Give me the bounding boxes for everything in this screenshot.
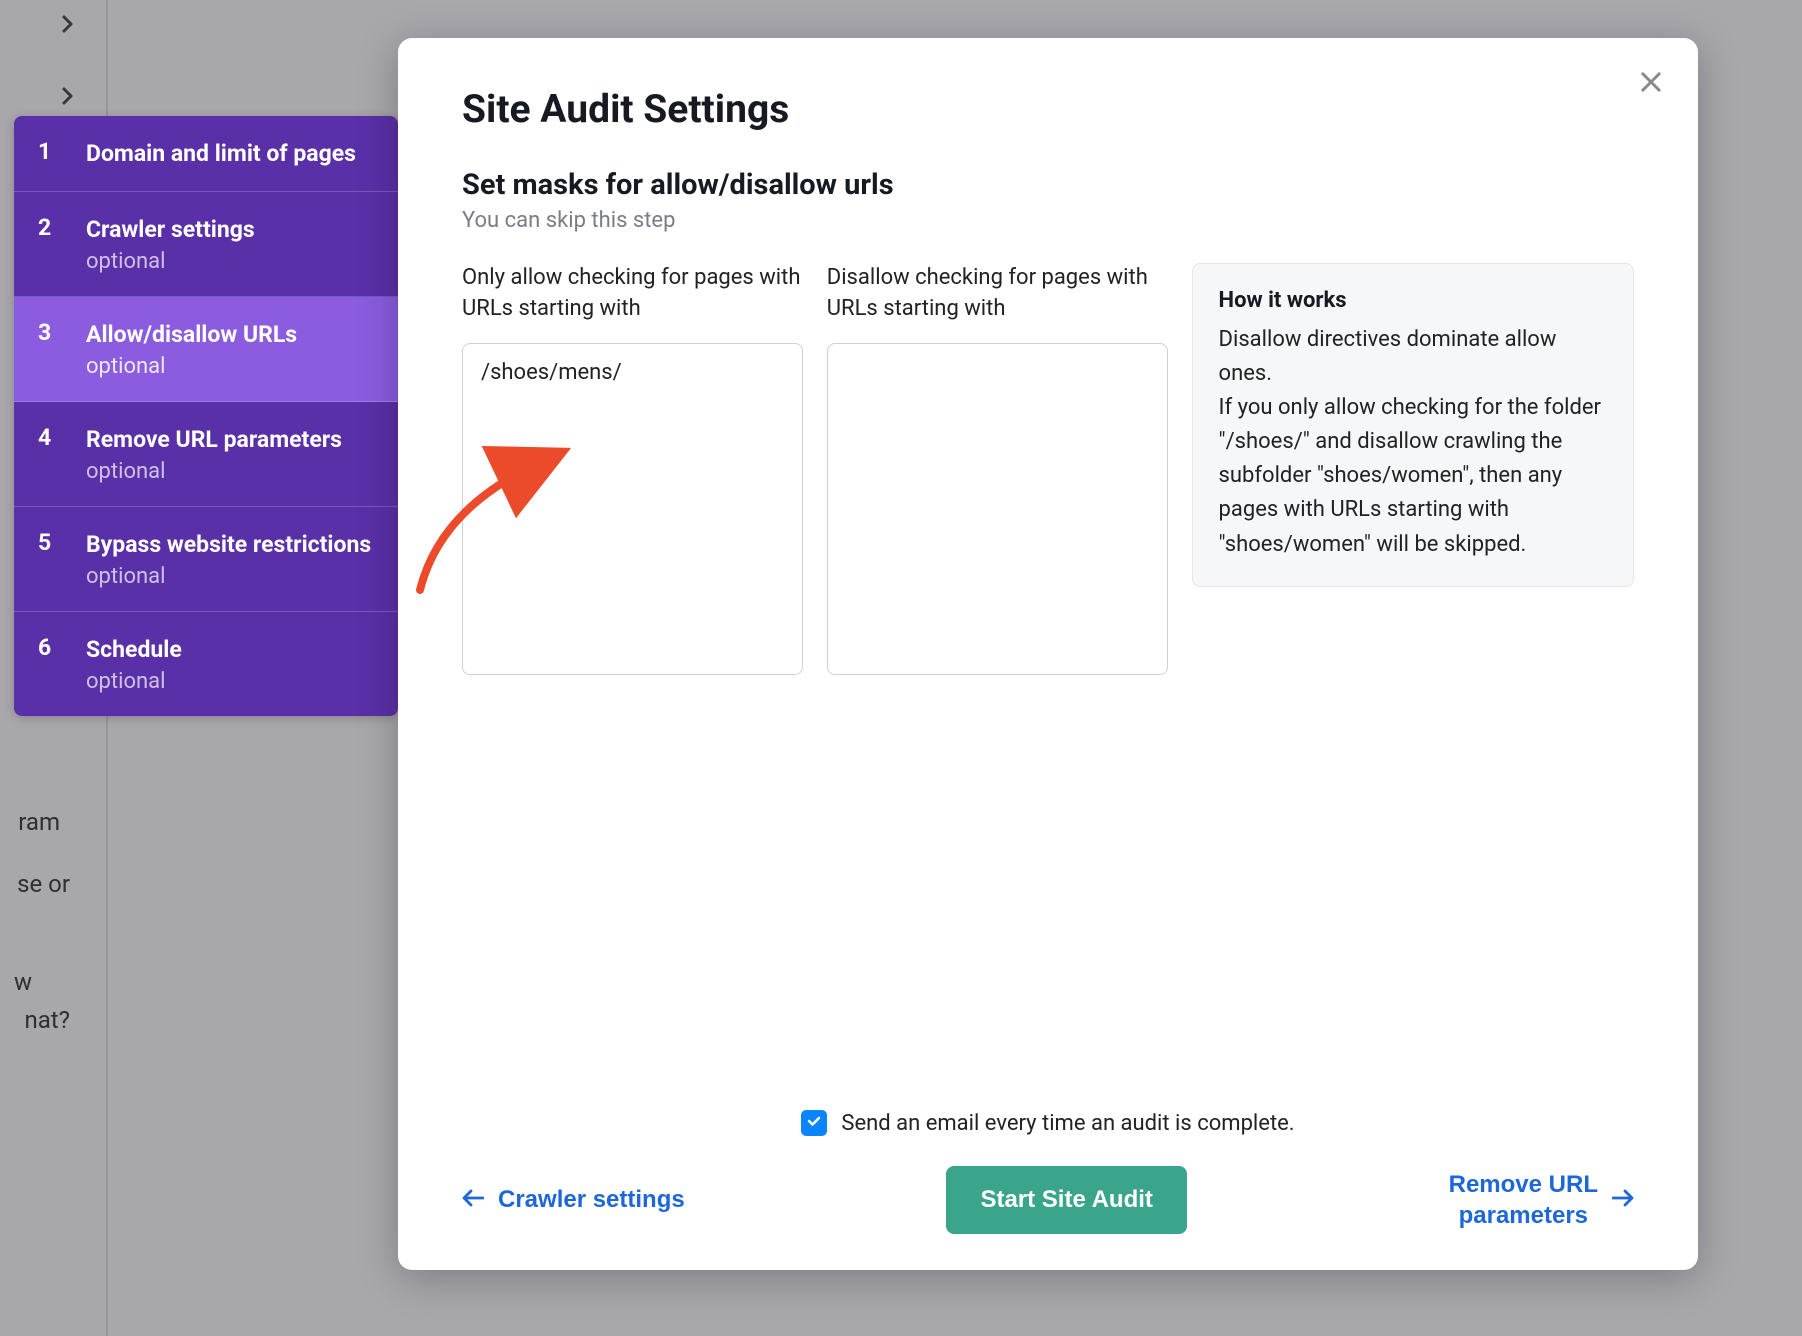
arrow-right-icon xyxy=(1612,1186,1634,1214)
step-number: 6 xyxy=(38,634,86,694)
next-button[interactable]: Remove URLparameters xyxy=(1449,1169,1634,1231)
email-label: Send an email every time an audit is com… xyxy=(841,1111,1294,1136)
wizard-step-remove-params[interactable]: 4 Remove URL parameters optional xyxy=(14,402,398,507)
info-title: How it works xyxy=(1219,288,1607,313)
step-title: Bypass website restrictions xyxy=(86,529,378,560)
step-subtitle: optional xyxy=(86,564,378,589)
settings-modal: Site Audit Settings Set masks for allow/… xyxy=(398,38,1698,1270)
step-subtitle: optional xyxy=(86,669,378,694)
next-label: Remove URLparameters xyxy=(1449,1169,1598,1231)
wizard-step-allow-disallow[interactable]: 3 Allow/disallow URLs optional xyxy=(14,297,398,402)
step-number: 3 xyxy=(38,319,86,379)
modal-subtitle: Set masks for allow/disallow urls xyxy=(462,168,1634,202)
step-number: 5 xyxy=(38,529,86,589)
wizard-step-domain[interactable]: 1 Domain and limit of pages xyxy=(14,116,398,192)
step-title: Domain and limit of pages xyxy=(86,138,378,169)
back-button[interactable]: Crawler settings xyxy=(462,1186,685,1214)
step-subtitle: optional xyxy=(86,459,378,484)
arrow-left-icon xyxy=(462,1186,484,1214)
step-subtitle: optional xyxy=(86,249,378,274)
info-panel: How it works Disallow directives dominat… xyxy=(1192,263,1634,587)
step-title: Schedule xyxy=(86,634,378,665)
step-subtitle: optional xyxy=(86,354,378,379)
step-number: 4 xyxy=(38,424,86,484)
modal-hint: You can skip this step xyxy=(462,208,1634,233)
step-number: 2 xyxy=(38,214,86,274)
wizard-sidebar: 1 Domain and limit of pages 2 Crawler se… xyxy=(14,116,398,716)
close-icon xyxy=(1637,84,1665,99)
step-title: Allow/disallow URLs xyxy=(86,319,378,350)
step-title: Crawler settings xyxy=(86,214,378,245)
disallow-urls-input[interactable] xyxy=(827,343,1168,675)
info-text: Disallow directives dominate allow ones.… xyxy=(1219,323,1607,562)
wizard-step-schedule[interactable]: 6 Schedule optional xyxy=(14,612,398,716)
check-icon xyxy=(806,1113,822,1133)
modal-title: Site Audit Settings xyxy=(462,86,1634,132)
allow-label: Only allow checking for pages with URLs … xyxy=(462,263,803,327)
step-title: Remove URL parameters xyxy=(86,424,378,455)
start-audit-button[interactable]: Start Site Audit xyxy=(946,1166,1186,1234)
close-button[interactable] xyxy=(1630,62,1672,104)
email-checkbox[interactable] xyxy=(801,1110,827,1136)
disallow-label: Disallow checking for pages with URLs st… xyxy=(827,263,1168,327)
step-number: 1 xyxy=(38,138,86,169)
allow-urls-input[interactable] xyxy=(462,343,803,675)
back-label: Crawler settings xyxy=(498,1186,685,1214)
wizard-step-crawler[interactable]: 2 Crawler settings optional xyxy=(14,192,398,297)
wizard-step-bypass[interactable]: 5 Bypass website restrictions optional xyxy=(14,507,398,612)
